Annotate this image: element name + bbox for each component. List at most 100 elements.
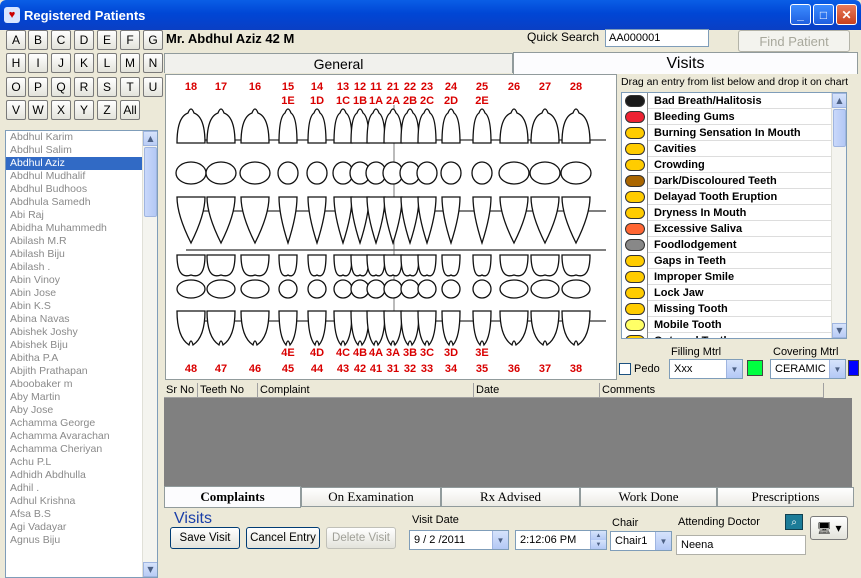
lower-tooth-occlusal[interactable]	[530, 279, 560, 299]
lower-tooth-crown[interactable]	[278, 254, 298, 277]
letter-button-u[interactable]: U	[143, 77, 163, 97]
letter-button-e[interactable]: E	[97, 30, 117, 50]
lower-tooth-occlusal[interactable]	[366, 279, 386, 299]
lower-tooth[interactable]	[176, 310, 206, 347]
upper-tooth-lower-view[interactable]	[307, 196, 327, 246]
tab-on-examination[interactable]: On Examination	[301, 487, 441, 507]
chair-select[interactable]: Chair1 ▼	[610, 531, 672, 551]
complaint-item[interactable]: Outward Teeth	[622, 333, 832, 338]
lower-tooth-occlusal[interactable]	[499, 279, 529, 299]
letter-button-p[interactable]: P	[28, 77, 48, 97]
tab-visits[interactable]: Visits	[513, 52, 858, 74]
lower-tooth-crown[interactable]	[383, 254, 403, 277]
lower-tooth[interactable]	[530, 310, 560, 347]
patient-list-item[interactable]: Aby Martin	[6, 391, 142, 404]
letter-button-o[interactable]: O	[6, 77, 26, 97]
upper-tooth-occlusal[interactable]	[306, 161, 328, 185]
complaint-item[interactable]: Foodlodgement	[622, 237, 832, 253]
letter-button-n[interactable]: N	[143, 53, 163, 73]
scroll-up-icon[interactable]: ▲	[832, 93, 846, 108]
letter-button-j[interactable]: J	[51, 53, 71, 73]
quick-search-input[interactable]	[605, 29, 709, 47]
lower-tooth[interactable]	[472, 310, 492, 347]
patient-list-item[interactable]: Abishek Biju	[6, 339, 142, 352]
upper-tooth-occlusal[interactable]	[239, 161, 271, 185]
upper-tooth[interactable]	[441, 108, 461, 144]
lower-tooth-occlusal[interactable]	[561, 279, 591, 299]
letter-button-s[interactable]: S	[97, 77, 117, 97]
patient-list-item[interactable]: Abidha Muhammedh	[6, 222, 142, 235]
lower-tooth-occlusal[interactable]	[307, 279, 327, 299]
lower-tooth[interactable]	[417, 310, 437, 347]
tab-general[interactable]: General	[164, 53, 513, 73]
letter-button-b[interactable]: B	[28, 30, 48, 50]
delete-visit-button[interactable]: Delete Visit	[326, 527, 396, 549]
patient-list-item[interactable]: Abi Raj	[6, 209, 142, 222]
patient-list-scrollbar[interactable]: ▲ ▼	[142, 131, 157, 577]
patient-list-item[interactable]: Adhidh Abdhulla	[6, 469, 142, 482]
lower-tooth[interactable]	[333, 310, 353, 347]
letter-button-z[interactable]: Z	[97, 100, 117, 120]
upper-tooth[interactable]	[400, 108, 420, 144]
letter-button-r[interactable]: R	[74, 77, 94, 97]
lower-tooth[interactable]	[278, 310, 298, 347]
patient-list-item[interactable]: Adhil .	[6, 482, 142, 495]
upper-tooth[interactable]	[530, 108, 560, 144]
letter-button-f[interactable]: F	[120, 30, 140, 50]
letter-button-v[interactable]: V	[6, 100, 26, 120]
teeth-diagram[interactable]	[166, 75, 617, 380]
patient-list-item[interactable]: Abdhul Mudhalif	[6, 170, 142, 183]
lower-tooth-occlusal[interactable]	[441, 279, 461, 299]
lower-tooth[interactable]	[366, 310, 386, 347]
upper-tooth-lower-view[interactable]	[472, 196, 492, 246]
dental-chart[interactable]: 18 17 16 15 14 13 12 11 21 22 23 24 25 26 27 28 1E 1D 1C 1B…	[165, 74, 617, 380]
patient-list-item[interactable]: Abilash .	[6, 261, 142, 274]
lower-tooth-occlusal[interactable]	[383, 279, 403, 299]
upper-tooth[interactable]	[350, 108, 370, 144]
complaint-item[interactable]: Excessive Saliva	[622, 221, 832, 237]
complaint-item[interactable]: Bad Breath/Halitosis	[622, 93, 832, 109]
chevron-down-icon[interactable]: ▼	[655, 532, 671, 550]
complaint-item[interactable]: Missing Tooth	[622, 301, 832, 317]
letter-button-y[interactable]: Y	[74, 100, 94, 120]
column-header[interactable]: Sr No	[164, 383, 198, 398]
lower-tooth-crown[interactable]	[366, 254, 386, 277]
lower-tooth-crown[interactable]	[206, 254, 236, 277]
lower-tooth-occlusal[interactable]	[240, 279, 270, 299]
upper-tooth-lower-view[interactable]	[417, 196, 437, 246]
chevron-down-icon[interactable]: ▼	[492, 531, 508, 549]
upper-tooth[interactable]	[417, 108, 437, 144]
lower-tooth-occlusal[interactable]	[278, 279, 298, 299]
patient-list-item[interactable]: Abilash Biju	[6, 248, 142, 261]
patient-list-item[interactable]: Aboobaker m	[6, 378, 142, 391]
letter-button-d[interactable]: D	[74, 30, 94, 50]
lower-tooth-crown[interactable]	[561, 254, 591, 277]
upper-tooth-lower-view[interactable]	[350, 196, 370, 246]
lower-tooth-crown[interactable]	[333, 254, 353, 277]
lower-tooth[interactable]	[441, 310, 461, 347]
patient-list-item[interactable]: Abdhul Karim	[6, 131, 142, 144]
complaint-item[interactable]: Burning Sensation In Mouth	[622, 125, 832, 141]
patient-list-item[interactable]: Achamma George	[6, 417, 142, 430]
upper-tooth[interactable]	[383, 108, 403, 144]
upper-tooth-lower-view[interactable]	[333, 196, 353, 246]
lower-tooth-crown[interactable]	[530, 254, 560, 277]
spin-up-icon[interactable]: ▲	[590, 531, 606, 540]
upper-tooth-occlusal[interactable]	[277, 161, 299, 185]
covering-select[interactable]: CERAMIC ▼	[770, 359, 846, 379]
tab-work-done[interactable]: Work Done	[580, 487, 717, 507]
letter-button-w[interactable]: W	[28, 100, 48, 120]
upper-tooth-lower-view[interactable]	[206, 196, 236, 245]
patient-list-item[interactable]: Adhul Krishna	[6, 495, 142, 508]
upper-tooth-lower-view[interactable]	[383, 196, 403, 246]
complaint-item[interactable]: Lock Jaw	[622, 285, 832, 301]
lower-tooth-crown[interactable]	[472, 254, 492, 277]
letter-button-q[interactable]: Q	[51, 77, 71, 97]
upper-tooth-occlusal[interactable]	[498, 161, 530, 185]
find-patient-button[interactable]: Find Patient	[738, 30, 850, 52]
tab-complaints[interactable]: Complaints	[164, 486, 301, 508]
letter-button-all[interactable]: All	[120, 100, 140, 120]
complaint-item[interactable]: Gaps in Teeth	[622, 253, 832, 269]
upper-tooth-occlusal[interactable]	[440, 161, 462, 185]
lower-tooth-crown[interactable]	[417, 254, 437, 277]
